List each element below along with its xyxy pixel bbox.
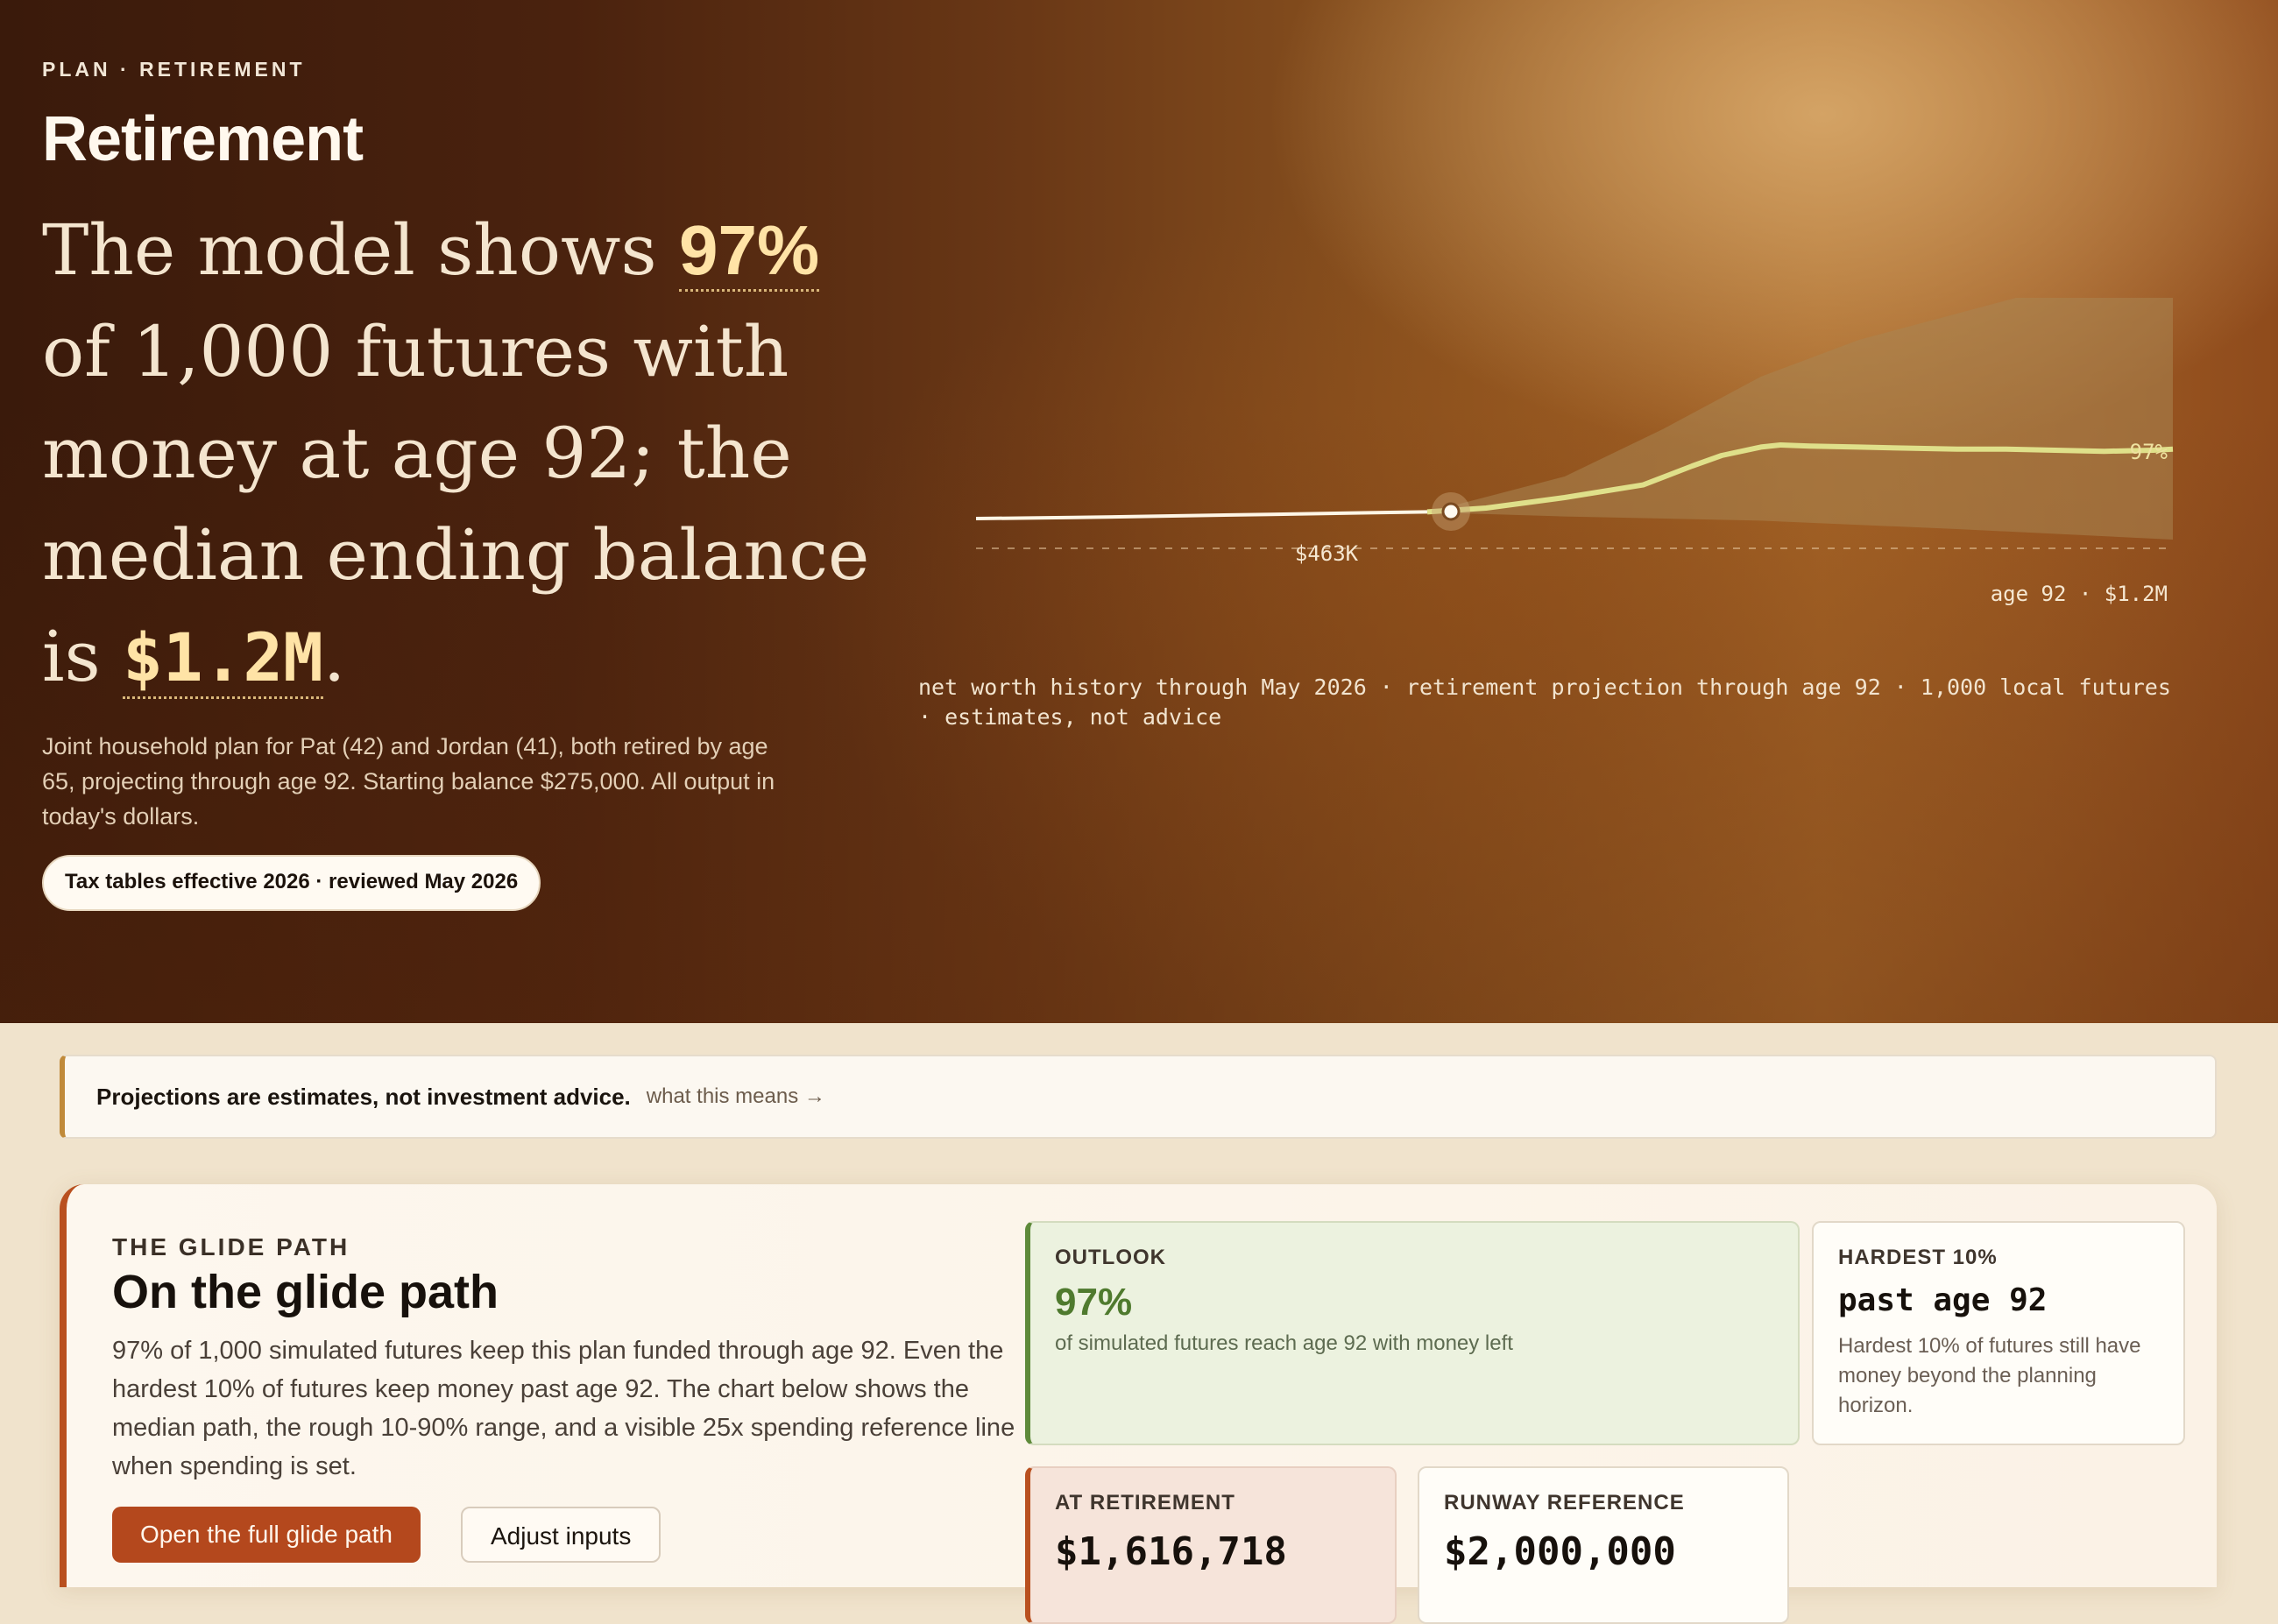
glide-path-card: THE GLIDE PATH On the glide path 97% of …	[60, 1184, 2217, 1624]
hardest-label: HARDEST 10%	[1838, 1246, 1998, 1269]
hardest-tile: HARDEST 10% past age 92 Hardest 10% of f…	[1812, 1221, 2185, 1445]
hardest-value: past age 92	[1838, 1282, 2048, 1318]
success-rate-highlight[interactable]: 97%	[678, 211, 820, 292]
section-eyebrow: THE GLIDE PATH	[112, 1233, 350, 1260]
runway-label: RUNWAY REFERENCE	[1444, 1491, 1685, 1515]
disclaimer-text: Projections are estimates, not investmen…	[96, 1083, 631, 1110]
headline-text-1: The model shows	[42, 209, 679, 291]
outlook-value: 97%	[1055, 1281, 1133, 1324]
runway-tile: RUNWAY REFERENCE $2,000,000	[1418, 1466, 1789, 1624]
outlook-label: OUTLOOK	[1055, 1246, 1166, 1269]
adjust-inputs-button[interactable]: Adjust inputs	[461, 1507, 661, 1563]
hero-banner: PLAN · RETIREMENT Retirement The model s…	[0, 0, 2278, 1023]
what-this-means-link[interactable]: what this means →	[647, 1084, 825, 1109]
median-balance-highlight[interactable]: $1.2M	[123, 618, 323, 699]
at-retirement-tile: AT RETIREMENT $1,616,718	[1025, 1466, 1397, 1624]
open-glide-path-button[interactable]: Open the full glide path	[112, 1507, 421, 1563]
hardest-note: Hardest 10% of futures still have money …	[1838, 1334, 2141, 1417]
breadcrumb: PLAN · RETIREMENT	[42, 58, 306, 81]
headline-statement: The model shows 97% of 1,000 futures wit…	[42, 200, 883, 709]
section-description: 97% of 1,000 simulated futures keep this…	[112, 1337, 1015, 1480]
tax-tables-badge[interactable]: Tax tables effective 2026 · reviewed May…	[42, 855, 541, 911]
history-line	[975, 510, 1428, 520]
advice-disclaimer: Projections are estimates, not investmen…	[60, 1055, 2217, 1139]
reference-value-label: $463K	[1295, 541, 1359, 566]
section-title: On the glide path	[112, 1266, 499, 1318]
runway-value: $2,000,000	[1444, 1529, 1676, 1574]
chart-caption: net worth history through May 2026 · ret…	[918, 674, 2171, 730]
outlook-tile: OUTLOOK 97% of simulated futures reach a…	[1025, 1221, 1800, 1445]
success-rate-label: 97%	[2130, 440, 2168, 464]
plan-description: Joint household plan for Pat (42) and Jo…	[42, 733, 775, 830]
outlook-note: of simulated futures reach age 92 with m…	[1055, 1331, 1513, 1355]
net-worth-chart: $463K 97% age 92 · $1.2M	[975, 298, 2174, 606]
page-title: Retirement	[42, 104, 364, 174]
today-marker[interactable]	[1441, 502, 1461, 521]
headline-text-3: .	[322, 616, 346, 697]
end-value-label: age 92 · $1.2M	[1991, 582, 2168, 606]
at-retirement-label: AT RETIREMENT	[1055, 1491, 1235, 1515]
at-retirement-value: $1,616,718	[1055, 1529, 1287, 1574]
